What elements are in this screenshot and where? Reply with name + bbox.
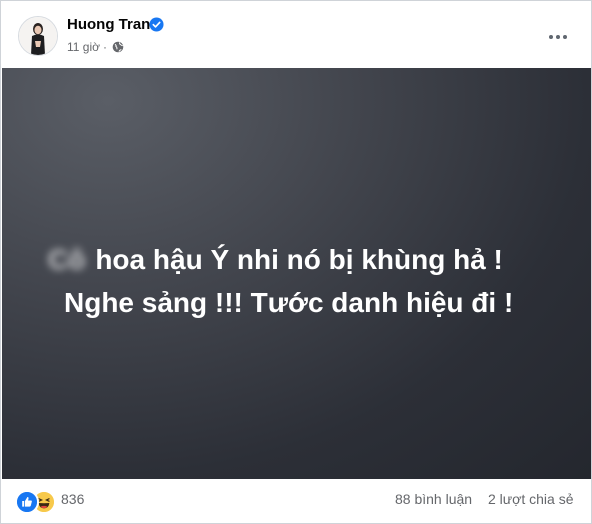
more-options-button[interactable] bbox=[542, 21, 574, 53]
caption-text-1: hoa hậu Ý nhi nó bị khùng hả ! bbox=[95, 244, 503, 275]
facebook-post: Huong Tran 11 giờ · Cô hoa hậu Ý nhi nó b… bbox=[0, 0, 592, 524]
post-image[interactable]: Cô hoa hậu Ý nhi nó bị khùng hả ! Nghe sả… bbox=[2, 68, 591, 479]
comment-count[interactable]: 88 bình luận bbox=[395, 491, 472, 507]
more-horizontal-icon bbox=[556, 35, 560, 39]
verified-badge-icon bbox=[149, 17, 164, 32]
caption-line-1: Cô hoa hậu Ý nhi nó bị khùng hả ! bbox=[48, 238, 548, 281]
more-horizontal-icon bbox=[563, 35, 567, 39]
globe-icon[interactable] bbox=[112, 41, 124, 53]
author-name[interactable]: Huong Tran bbox=[67, 16, 150, 33]
share-count[interactable]: 2 lượt chia sẻ bbox=[488, 491, 573, 507]
author-avatar[interactable] bbox=[18, 16, 58, 56]
blurred-word: Cô bbox=[48, 244, 86, 275]
post-footer: 836 88 bình luận 2 lượt chia sẻ bbox=[1, 479, 591, 523]
avatar-image bbox=[19, 17, 57, 55]
like-icon bbox=[15, 490, 39, 514]
timestamp-separator: · bbox=[103, 40, 107, 54]
more-horizontal-icon bbox=[549, 35, 553, 39]
caption-line-2: Nghe sảng !!! Tước danh hiệu đi ! bbox=[64, 287, 514, 318]
post-timestamp[interactable]: 11 giờ bbox=[67, 40, 100, 54]
reaction-count[interactable]: 836 bbox=[61, 491, 84, 507]
post-header: Huong Tran 11 giờ · bbox=[1, 1, 591, 67]
